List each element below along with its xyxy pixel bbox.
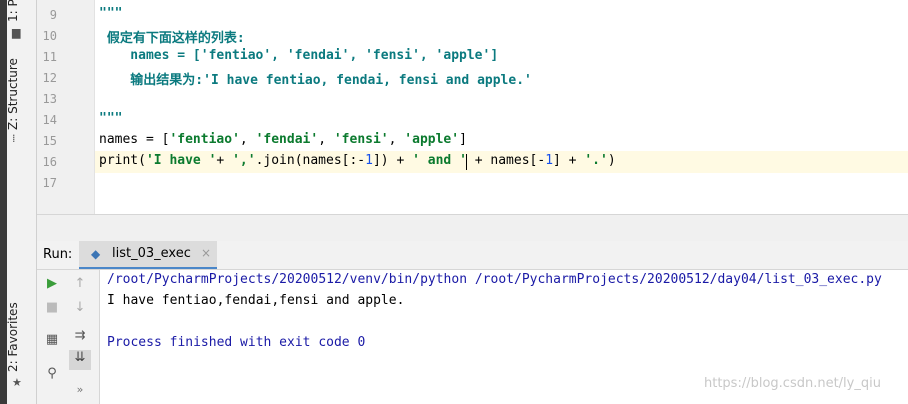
- stop-icon[interactable]: ■: [43, 300, 61, 318]
- tool-window-strip: 1: P ▆ Z: Structure ⁞ 2: Favorites ★: [0, 0, 37, 404]
- watermark-text: https://blog.csdn.net/ly_qiu: [704, 376, 881, 391]
- code-line[interactable]: names = ['fentiao', 'fendai', 'fensi', '…: [99, 132, 467, 147]
- scroll-to-end-icon[interactable]: ⇊: [69, 350, 91, 370]
- line-number: 9: [49, 8, 57, 22]
- more-icon[interactable]: »: [71, 382, 89, 400]
- down-arrow-icon[interactable]: ↓: [71, 300, 89, 318]
- code-line[interactable]: print('I have '+ ','.join(names[:-1]) + …: [99, 153, 616, 168]
- code-line[interactable]: 输出结果为:'I have fentiao, fendai, fensi and…: [99, 69, 532, 88]
- text-caret: [466, 154, 467, 170]
- code-line[interactable]: 假定有下面这样的列表:: [99, 27, 245, 46]
- editor-panel-divider[interactable]: [37, 214, 908, 242]
- python-icon: ◆: [91, 247, 101, 261]
- line-number: 10: [42, 29, 57, 43]
- soft-wrap-icon[interactable]: ⇉: [71, 328, 89, 346]
- line-number: 11: [42, 50, 57, 64]
- code-line[interactable]: """: [99, 6, 122, 21]
- run-tool-header: Run: ◆ list_03_exec ×: [37, 241, 908, 270]
- structure-tool-tab[interactable]: Z: Structure: [6, 58, 20, 130]
- up-arrow-icon[interactable]: ↑: [71, 276, 89, 294]
- run-config-tab[interactable]: ◆ list_03_exec ×: [79, 241, 217, 269]
- console-line: I have fentiao,fendai,fensi and apple.: [107, 293, 405, 308]
- star-icon: ★: [12, 376, 22, 389]
- folder-icon: ▆: [12, 26, 21, 39]
- run-label: Run:: [43, 247, 73, 262]
- project-tool-tab[interactable]: 1: P: [6, 0, 20, 22]
- structure-icon: ⁞: [12, 132, 16, 145]
- line-number: 13: [42, 92, 57, 106]
- line-number: 15: [42, 134, 57, 148]
- run-tab-label: list_03_exec: [112, 246, 191, 261]
- console-line: /root/PycharmProjects/20200512/venv/bin/…: [107, 272, 882, 287]
- rerun-icon[interactable]: ▶: [43, 276, 61, 294]
- line-number: 14: [42, 113, 57, 127]
- line-number-gutter: 9 10 11 12 13 14 15 16 17: [37, 0, 95, 214]
- line-number: 12: [42, 71, 57, 85]
- run-toolbar: ▶ ↑ ■ ↓ ▦ ⇉ ⇊ ⚲ »: [37, 270, 100, 404]
- layout-icon[interactable]: ▦: [43, 332, 61, 350]
- code-line[interactable]: names = ['fentiao', 'fendai', 'fensi', '…: [99, 48, 498, 63]
- line-number: 17: [42, 176, 57, 190]
- console-line: Process finished with exit code 0: [107, 335, 366, 350]
- close-icon[interactable]: ×: [201, 246, 211, 260]
- code-line[interactable]: """: [99, 111, 122, 126]
- pin-icon[interactable]: ⚲: [43, 366, 61, 384]
- line-number: 16: [42, 155, 57, 169]
- favorites-tool-tab[interactable]: 2: Favorites: [6, 302, 20, 372]
